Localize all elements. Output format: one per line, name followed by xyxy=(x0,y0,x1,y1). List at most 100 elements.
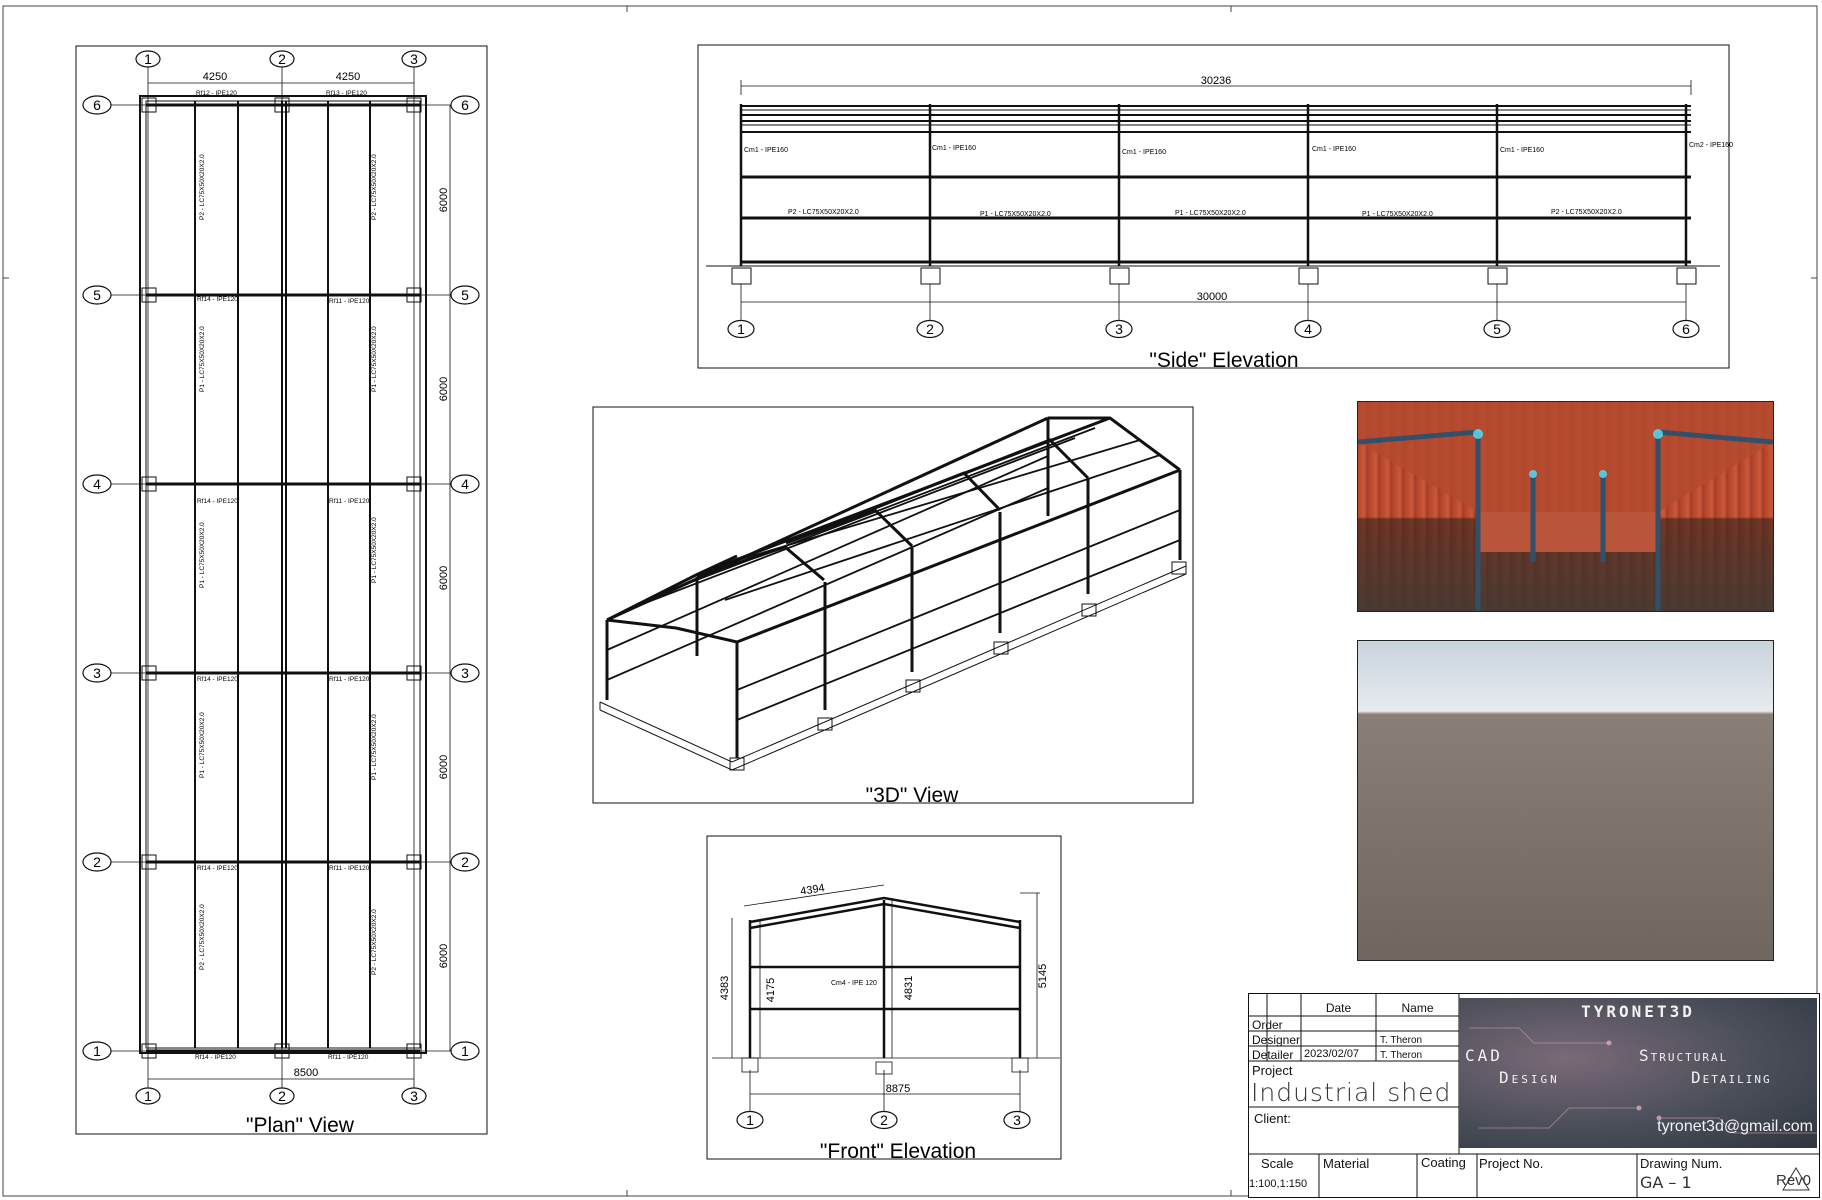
plan-purlin-label-r5: P2 - LC75X50X20X2.0 xyxy=(371,909,378,975)
tb-designer-name: T. Theron xyxy=(1380,1035,1423,1046)
tb-scale-label: Scale xyxy=(1261,1156,1294,1171)
revision-triangle-icon xyxy=(1782,1167,1810,1191)
side-elevation: 1 2 3 4 5 6 30236 30000 Cm1 - IPE160 Cm1… xyxy=(697,44,1733,372)
plan-view-title: "Plan" View xyxy=(246,1114,355,1137)
side-girt-label-3: P1 - LC75X50X20X2.0 xyxy=(1175,210,1246,217)
front-column-label: Cm4 - IPE 120 xyxy=(831,980,877,987)
side-col-label-6: Cm2 - IPE160 xyxy=(1689,142,1733,149)
plan-rafter-label-r3: Rf11 - IPE120 xyxy=(329,676,370,683)
plan-grid-right-4: 4 xyxy=(461,476,469,492)
side-grid-3: 3 xyxy=(1115,321,1123,337)
iso-view: "3D" View xyxy=(592,406,1194,807)
tb-project-label: Project xyxy=(1252,1063,1293,1078)
side-col-label-1: Cm1 - IPE160 xyxy=(744,147,788,154)
logo-email: tyronet3d@gmail.com xyxy=(1657,1118,1813,1135)
tb-material-label: Material xyxy=(1323,1156,1370,1171)
plan-rafter-label-l3: Rf14 - IPE120 xyxy=(197,676,238,683)
side-girt-label-1: P2 - LC75X50X20X2.0 xyxy=(788,209,859,216)
front-grid-1: 1 xyxy=(746,1112,754,1128)
logo-cad: CAD xyxy=(1465,1046,1503,1065)
tb-drawing-num-label: Drawing Num. xyxy=(1640,1156,1723,1171)
plan-purlin-label-l3: P1 - LC75X50X20X2.0 xyxy=(199,522,206,588)
plan-grid-left-3: 3 xyxy=(93,665,101,681)
plan-grid-right-1: 1 xyxy=(461,1043,469,1059)
plan-dim-side-1: 6000 xyxy=(438,188,450,212)
front-eave-height-dim: 4383 xyxy=(719,976,731,1000)
plan-grid-bottom-1: 1 xyxy=(144,1088,152,1104)
front-grid-3: 3 xyxy=(1013,1112,1021,1128)
plan-purlin-label-l4: P1 - LC75X50X20X2.0 xyxy=(199,712,206,778)
plan-rafter-label-r2: Rf11 - IPE120 xyxy=(329,865,370,872)
tb-detailer-date: 2023/02/07 xyxy=(1304,1048,1360,1060)
front-grid-2: 2 xyxy=(880,1112,888,1128)
plan-purlin-label-l2: P1 - LC75X50X20X2.0 xyxy=(199,326,206,392)
plan-dim-bottom: 8500 xyxy=(294,1067,318,1079)
plan-rafter-label-r4: Rf11 - IPE120 xyxy=(329,498,370,505)
plan-purlin-label-r1: P2 - LC75X50X20X2.0 xyxy=(371,154,378,220)
side-col-label-4: Cm1 - IPE160 xyxy=(1312,146,1356,153)
front-width-dim: 8875 xyxy=(886,1083,910,1095)
side-elevation-title: "Side" Elevation xyxy=(1149,349,1298,372)
plan-view: 1 2 3 1 2 3 6 5 4 3 2 1 6 5 4 3 2 1 4250… xyxy=(75,45,488,1137)
tb-detailer-name: T. Theron xyxy=(1380,1050,1423,1061)
side-col-label-2: Cm1 - IPE160 xyxy=(932,145,976,152)
tb-project-name: Industrial shed 1 xyxy=(1251,1078,1478,1107)
tb-col-date: Date xyxy=(1325,1001,1352,1015)
plan-dim-top-left: 4250 xyxy=(203,71,227,83)
plan-dim-side-2: 6000 xyxy=(438,377,450,401)
plan-rafter-label-top-right: Rf13 - IPE120 xyxy=(326,90,367,97)
plan-rafter-label-l4: Rf14 - IPE120 xyxy=(197,498,238,505)
plan-grid-left-1: 1 xyxy=(93,1043,101,1059)
side-girt-label-5: P2 - LC75X50X20X2.0 xyxy=(1551,209,1622,216)
exterior-render xyxy=(1357,640,1774,961)
side-grid-6: 6 xyxy=(1682,321,1690,337)
side-girt-label-4: P1 - LC75X50X20X2.0 xyxy=(1362,211,1433,218)
interior-render xyxy=(1357,401,1774,612)
front-elevation-title: "Front" Elevation xyxy=(820,1140,976,1163)
plan-dim-top-right: 4250 xyxy=(336,71,360,83)
tb-project-no-label: Project No. xyxy=(1479,1156,1544,1171)
tb-row-order: Order xyxy=(1252,1018,1283,1032)
plan-dim-side-3: 6000 xyxy=(438,566,450,590)
plan-grid-right-6: 6 xyxy=(461,97,469,113)
title-block: Date Name Order Designer T. Theron Detai… xyxy=(1248,993,1820,1198)
tb-scale-value: 1:100,1:150 xyxy=(1249,1178,1308,1190)
plan-rafter-label-top-left: Rf12 - IPE120 xyxy=(196,90,237,97)
plan-grid-bottom-3: 3 xyxy=(410,1088,418,1104)
plan-purlin-label-l5: P2 - LC75X50X20X2.0 xyxy=(199,904,206,970)
iso-view-frame xyxy=(592,406,1194,804)
plan-purlin-label-r4: P1 - LC75X50X20X2.0 xyxy=(371,714,378,780)
logo-design: Design xyxy=(1499,1068,1560,1087)
front-ridge-height-dim: 4831 xyxy=(903,976,915,1000)
tb-client-label: Client: xyxy=(1254,1111,1291,1126)
plan-grid-left-4: 4 xyxy=(93,476,101,492)
front-inner-height-dim: 4175 xyxy=(765,978,777,1002)
plan-rafter-label-r1: Rf11 - IPE120 xyxy=(328,1054,369,1061)
plan-dim-side-5: 6000 xyxy=(438,944,450,968)
side-grid-1: 1 xyxy=(737,321,745,337)
plan-grid-top-2: 2 xyxy=(278,51,286,67)
side-grid-5: 5 xyxy=(1493,321,1501,337)
logo-detailing: Detailing xyxy=(1691,1068,1772,1087)
plan-grid-top-3: 3 xyxy=(410,51,418,67)
side-grid-2: 2 xyxy=(926,321,934,337)
plan-rafter-label-l2: Rf14 - IPE120 xyxy=(197,865,238,872)
plan-grid-left-5: 5 xyxy=(93,287,101,303)
plan-dim-side-4: 6000 xyxy=(438,755,450,779)
iso-view-title: "3D" View xyxy=(866,784,960,807)
front-elevation: 1 2 3 4394 4383 4175 4831 5145 8875 Cm4 … xyxy=(706,835,1062,1163)
plan-grid-right-2: 2 xyxy=(461,854,469,870)
plan-purlin-label-r2: P1 - LC75X50X20X2.0 xyxy=(371,326,378,392)
tb-coating-label: Coating xyxy=(1421,1155,1466,1170)
tb-drawing-num-value: GA – 1 xyxy=(1640,1173,1692,1192)
front-rafter-dim: 4394 xyxy=(800,882,826,898)
plan-grid-right-5: 5 xyxy=(461,287,469,303)
side-col-label-3: Cm1 - IPE160 xyxy=(1122,149,1166,156)
tb-row-detailer: Detailer xyxy=(1252,1048,1294,1062)
side-girt-label-2: P1 - LC75X50X20X2.0 xyxy=(980,211,1051,218)
plan-grid-right-3: 3 xyxy=(461,665,469,681)
interior-render-image xyxy=(1358,402,1773,611)
plan-purlin-label-l1: P2 - LC75X50X20X2.0 xyxy=(199,154,206,220)
plan-purlin-label-r3: P1 - LC75X50X20X2.0 xyxy=(371,517,378,583)
logo-structural: Structural xyxy=(1639,1046,1729,1065)
